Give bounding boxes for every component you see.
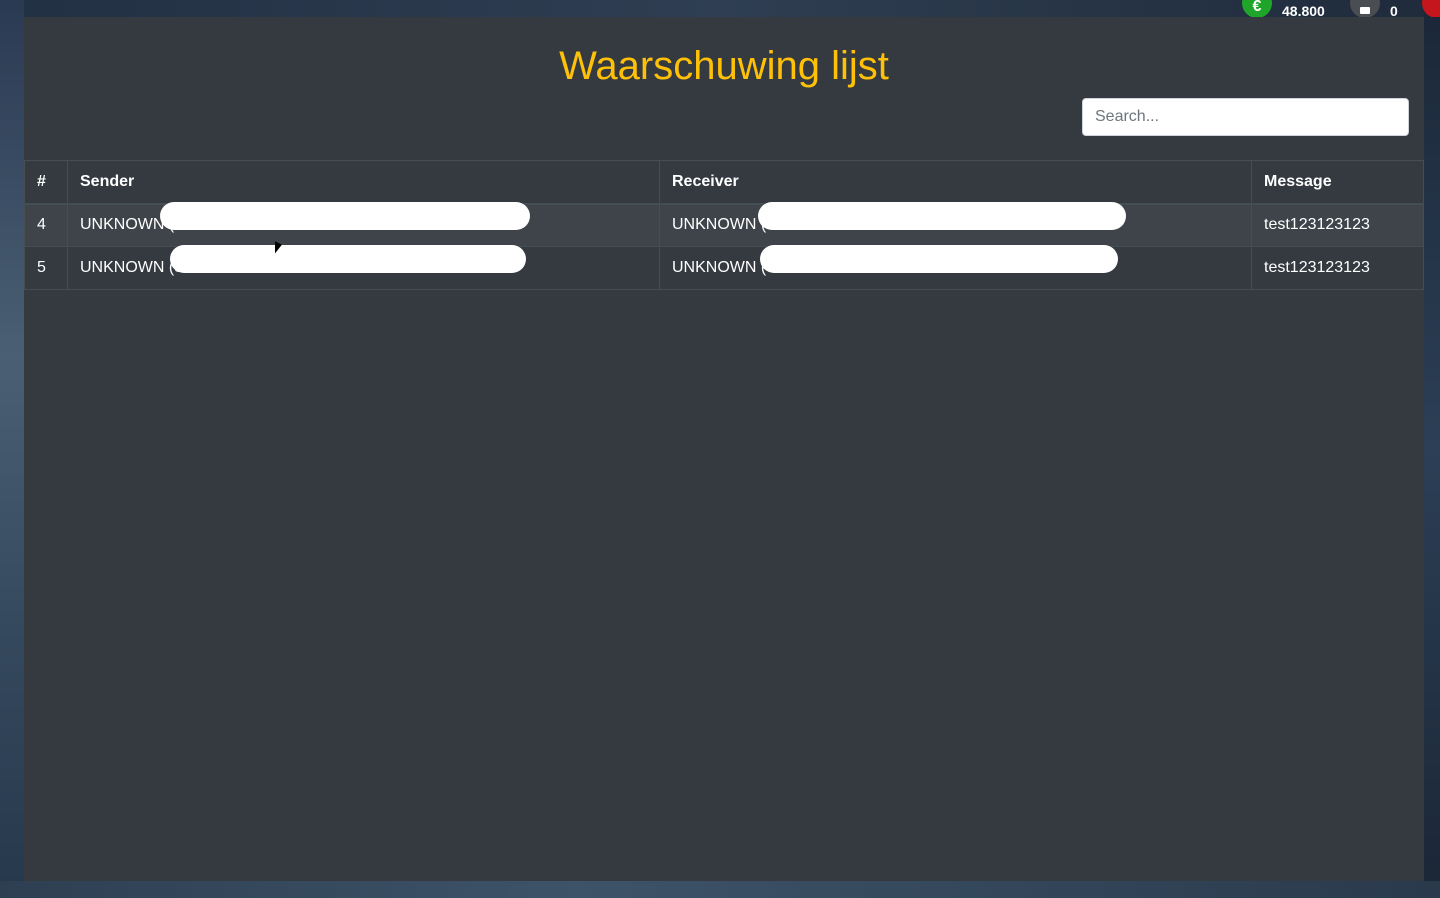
game-background-left — [0, 0, 24, 898]
wallet-icon — [1350, 0, 1380, 17]
cash-amount: 48.800 — [1282, 3, 1325, 17]
redaction-mark — [160, 202, 530, 231]
column-header-message[interactable]: Message — [1251, 160, 1424, 205]
table-row[interactable]: 5 UNKNOWN (3 UNKNOWN ( test123123123 — [24, 245, 1424, 290]
game-background-top — [0, 0, 1440, 17]
cell-message: test123123123 — [1251, 246, 1424, 290]
cell-id: 4 — [24, 203, 68, 247]
warning-table: # Sender Receiver Message 4 UNKNOWN ( UN… — [24, 160, 1424, 290]
column-header-id[interactable]: # — [24, 160, 68, 205]
cell-id: 5 — [24, 246, 68, 290]
game-background-bottom — [0, 881, 1440, 898]
page-title: Waarschuwing lijst — [559, 44, 889, 88]
redaction-mark — [170, 245, 526, 273]
cell-message: test123123123 — [1251, 203, 1424, 247]
table-header-row: # Sender Receiver Message — [24, 160, 1424, 205]
sender-text: UNKNOWN (3 — [80, 259, 184, 276]
euro-icon: € — [1242, 0, 1272, 17]
column-header-sender[interactable]: Sender — [67, 160, 660, 205]
bank-amount: 0 — [1390, 3, 1398, 17]
redaction-mark — [758, 202, 1126, 231]
receiver-text: UNKNOWN ( — [672, 216, 767, 234]
receiver-text: UNKNOWN ( — [672, 259, 767, 276]
notification-icon — [1422, 0, 1440, 17]
warning-list-panel: Waarschuwing lijst # Sender Receiver Mes… — [24, 17, 1424, 881]
search-input[interactable] — [1082, 98, 1409, 136]
game-background-right — [1424, 0, 1440, 898]
hud-status-bar: € 48.800 0 — [1238, 0, 1440, 17]
cell-receiver: UNKNOWN ( — [659, 202, 1252, 247]
table-row[interactable]: 4 UNKNOWN ( UNKNOWN ( test123123123 — [24, 202, 1424, 247]
cell-receiver: UNKNOWN ( — [659, 245, 1252, 290]
redaction-mark — [760, 245, 1118, 273]
cell-sender: UNKNOWN (3 — [67, 245, 660, 290]
column-header-receiver[interactable]: Receiver — [659, 160, 1252, 205]
cell-sender: UNKNOWN ( — [67, 202, 660, 247]
